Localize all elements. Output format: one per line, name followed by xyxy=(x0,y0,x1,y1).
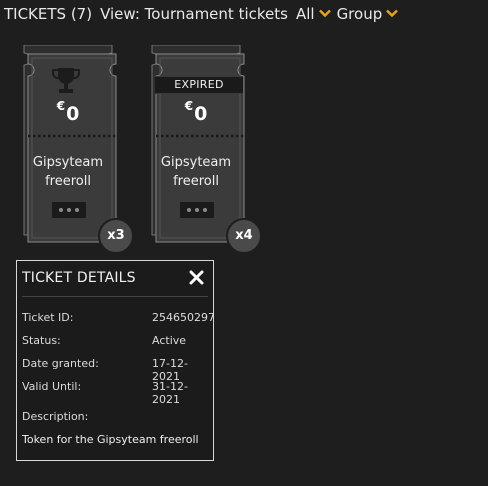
ticket-count-badge: x4 xyxy=(226,218,262,254)
filter-dropdown-value: All xyxy=(295,5,315,23)
group-dropdown[interactable]: Group xyxy=(337,5,399,23)
tickets-title: TICKETS (7) xyxy=(4,5,93,23)
more-options-button[interactable] xyxy=(180,202,214,218)
chevron-down-icon xyxy=(318,9,331,17)
ticket-card[interactable]: EXPIRED €0 Gipsyteam freeroll x4 xyxy=(147,45,262,254)
dot-icon xyxy=(75,208,79,212)
tickets-toolbar: TICKETS (7) View: Tournament tickets All… xyxy=(4,3,404,25)
more-options-button[interactable] xyxy=(52,202,86,218)
description-text: Token for the Gipsyteam freeroll xyxy=(22,433,199,446)
ticket-amount: €0 xyxy=(184,99,208,125)
dot-icon xyxy=(203,208,207,212)
expired-banner: EXPIRED xyxy=(155,76,243,94)
ticket-name: Gipsyteam freeroll xyxy=(32,155,104,189)
ticket-amount: €0 xyxy=(56,99,80,125)
group-dropdown-label: Group xyxy=(336,5,383,23)
ticket-details-panel: TICKET DETAILS Ticket ID: 254650297 Stat… xyxy=(16,260,215,461)
ticket-count-badge: x3 xyxy=(98,218,134,254)
close-icon[interactable] xyxy=(189,270,204,285)
description-label: Description: xyxy=(22,410,89,423)
trophy-icon xyxy=(52,68,80,93)
view-label: View: Tournament tickets xyxy=(100,5,288,23)
dot-icon xyxy=(187,208,191,212)
filter-dropdown[interactable]: All xyxy=(296,5,331,23)
divider xyxy=(22,296,208,297)
dot-icon xyxy=(59,208,63,212)
ticket-details-title: TICKET DETAILS xyxy=(22,270,136,286)
ticket-card[interactable]: €0 Gipsyteam freeroll x3 xyxy=(19,45,134,254)
chevron-down-icon xyxy=(386,9,399,17)
dot-icon xyxy=(67,208,71,212)
tickets-page: TICKETS (7) View: Tournament tickets All… xyxy=(0,0,488,486)
ticket-name: Gipsyteam freeroll xyxy=(160,155,232,189)
dot-icon xyxy=(195,208,199,212)
